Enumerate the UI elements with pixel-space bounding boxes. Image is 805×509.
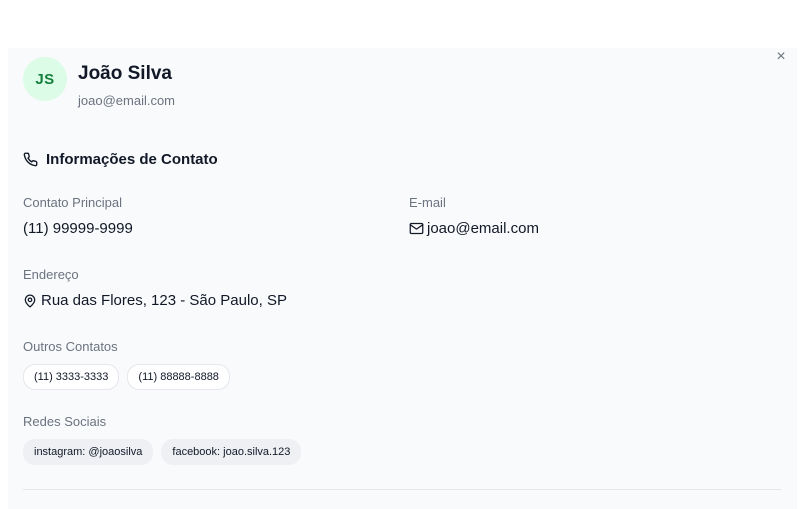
other-contact-chip[interactable]: (11) 3333-3333 [23, 364, 120, 390]
contact-name: João Silva [78, 63, 172, 84]
avatar: JS [23, 57, 67, 101]
section-title-label: Informações de Contato [46, 151, 218, 168]
social-networks-label: Redes Sociais [23, 414, 107, 429]
other-contact-chip[interactable]: (11) 88888-8888 [127, 364, 230, 390]
main-contact-label: Contato Principal [23, 195, 122, 210]
contact-email-subtitle: joao@email.com [78, 93, 176, 108]
address-text: Rua das Flores, 123 - São Paulo, SP [41, 292, 287, 309]
address-label: Endereço [23, 267, 79, 282]
other-contacts-label: Outros Contatos [23, 339, 118, 354]
other-contacts-list: (11) 3333-3333 (11) 88888-8888 [23, 364, 230, 390]
social-networks-list: instagram: @joaosilva facebook: joao.sil… [23, 439, 302, 465]
divider [23, 489, 781, 490]
address-value[interactable]: Rua das Flores, 123 - São Paulo, SP [23, 292, 287, 309]
map-pin-icon [23, 293, 37, 309]
section-title-contact-info: Informações de Contato [23, 151, 218, 168]
social-chip-instagram[interactable]: instagram: @joaosilva [23, 439, 154, 465]
close-button[interactable]: × [772, 48, 790, 66]
main-contact-value[interactable]: (11) 99999-9999 [23, 220, 133, 237]
avatar-initials: JS [35, 70, 55, 88]
phone-icon [23, 152, 38, 167]
email-label: E-mail [409, 195, 446, 210]
mail-icon [409, 221, 424, 236]
main-contact-text: (11) 99999-9999 [23, 220, 133, 237]
close-icon: × [776, 48, 786, 65]
social-chip-facebook[interactable]: facebook: joao.silva.123 [161, 439, 302, 465]
email-text: joao@email.com [427, 220, 539, 237]
email-value[interactable]: joao@email.com [409, 220, 539, 237]
